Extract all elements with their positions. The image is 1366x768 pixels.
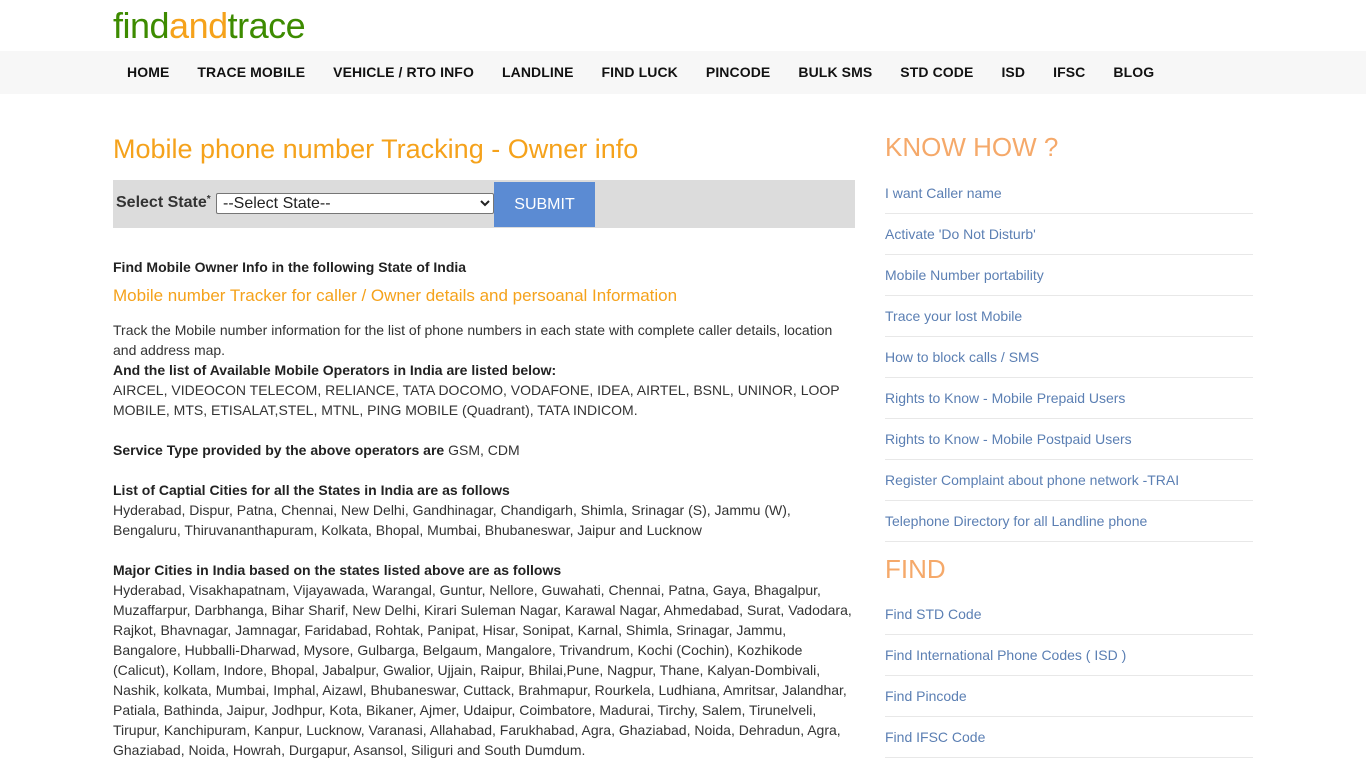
required-mark: * (206, 194, 211, 205)
state-select-form: Select State* --Select State-- SUBMIT (113, 180, 855, 228)
state-select[interactable]: --Select State-- (216, 193, 494, 214)
link-dnd[interactable]: Activate 'Do Not Disturb' (885, 226, 1036, 243)
link-block-calls[interactable]: How to block calls / SMS (885, 349, 1039, 366)
link-number-portability[interactable]: Mobile Number portability (885, 267, 1044, 284)
list-item: Rights to Know - Mobile Postpaid Users (885, 419, 1253, 460)
list-item: Activate 'Do Not Disturb' (885, 214, 1253, 255)
sub-heading: Mobile number Tracker for caller / Owner… (113, 286, 678, 305)
section-heading: Find Mobile Owner Info in the following … (113, 259, 467, 275)
state-select-label: Select State* (116, 194, 211, 212)
nav-bulk-sms[interactable]: BULK SMS (784, 51, 886, 94)
nav-blog[interactable]: BLOG (1099, 51, 1168, 94)
submit-button[interactable]: SUBMIT (494, 182, 595, 227)
list-item: Telephone Directory for all Landline pho… (885, 501, 1253, 542)
list-item: I want Caller name (885, 173, 1253, 214)
nav-ifsc[interactable]: IFSC (1039, 51, 1099, 94)
link-rights-prepaid[interactable]: Rights to Know - Mobile Prepaid Users (885, 390, 1125, 407)
nav-pincode[interactable]: PINCODE (692, 51, 785, 94)
link-find-isd[interactable]: Find International Phone Codes ( ISD ) (885, 647, 1126, 664)
link-caller-name[interactable]: I want Caller name (885, 185, 1002, 202)
logo-part-and: and (169, 5, 228, 46)
article-body: Find Mobile Owner Info in the following … (113, 257, 855, 760)
site-header: findandtrace (0, 0, 1366, 51)
link-find-ifsc[interactable]: Find IFSC Code (885, 729, 985, 746)
operators-list: AIRCEL, VIDEOCON TELECOM, RELIANCE, TATA… (113, 382, 840, 418)
capitals-heading: List of Captial Cities for all the State… (113, 482, 510, 498)
service-type-value: GSM, CDM (448, 442, 520, 458)
nav-find-luck[interactable]: FIND LUCK (588, 51, 692, 94)
page-title: Mobile phone number Tracking - Owner inf… (113, 134, 639, 164)
list-item: Find IFSC Code (885, 717, 1253, 758)
find-heading: FIND (885, 554, 946, 584)
link-find-pincode[interactable]: Find Pincode (885, 688, 967, 705)
intro-text: Track the Mobile number information for … (113, 322, 833, 358)
link-telephone-directory[interactable]: Telephone Directory for all Landline pho… (885, 513, 1147, 530)
list-item: How to block calls / SMS (885, 337, 1253, 378)
list-item: Mobile Number portability (885, 255, 1253, 296)
site-logo[interactable]: findandtrace (113, 4, 306, 48)
logo-part-find: find (113, 5, 170, 46)
link-find-std[interactable]: Find STD Code (885, 606, 981, 623)
nav-landline[interactable]: LANDLINE (488, 51, 588, 94)
list-item: Find Pincode (885, 676, 1253, 717)
nav-std-code[interactable]: STD CODE (886, 51, 987, 94)
major-cities-heading: Major Cities in India based on the state… (113, 562, 562, 578)
know-how-heading: KNOW HOW ? (885, 132, 1059, 162)
major-cities-list: Hyderabad, Visakhapatnam, Vijayawada, Wa… (113, 582, 852, 758)
link-trace-lost-mobile[interactable]: Trace your lost Mobile (885, 308, 1022, 325)
list-item: Rights to Know - Mobile Prepaid Users (885, 378, 1253, 419)
service-type-label: Service Type provided by the above opera… (113, 442, 445, 458)
state-label-text: Select State (116, 194, 207, 211)
logo-part-trace: trace (227, 5, 306, 46)
list-item: Trace your lost Mobile (885, 296, 1253, 337)
capitals-list: Hyderabad, Dispur, Patna, Chennai, New D… (113, 502, 791, 538)
nav-trace-mobile[interactable]: TRACE MOBILE (183, 51, 319, 94)
link-rights-postpaid[interactable]: Rights to Know - Mobile Postpaid Users (885, 431, 1132, 448)
list-item: Register Complaint about phone network -… (885, 460, 1253, 501)
nav-home[interactable]: HOME (113, 51, 183, 94)
operators-heading: And the list of Available Mobile Operato… (113, 362, 557, 378)
main-navigation: HOME TRACE MOBILE VEHICLE / RTO INFO LAN… (0, 51, 1366, 94)
list-item: Find International Phone Codes ( ISD ) (885, 635, 1253, 676)
know-how-list: I want Caller name Activate 'Do Not Dist… (885, 173, 1253, 542)
nav-isd[interactable]: ISD (987, 51, 1039, 94)
find-list: Find STD Code Find International Phone C… (885, 594, 1253, 758)
link-register-complaint[interactable]: Register Complaint about phone network -… (885, 472, 1179, 489)
nav-vehicle-rto-info[interactable]: VEHICLE / RTO INFO (319, 51, 488, 94)
list-item: Find STD Code (885, 594, 1253, 635)
